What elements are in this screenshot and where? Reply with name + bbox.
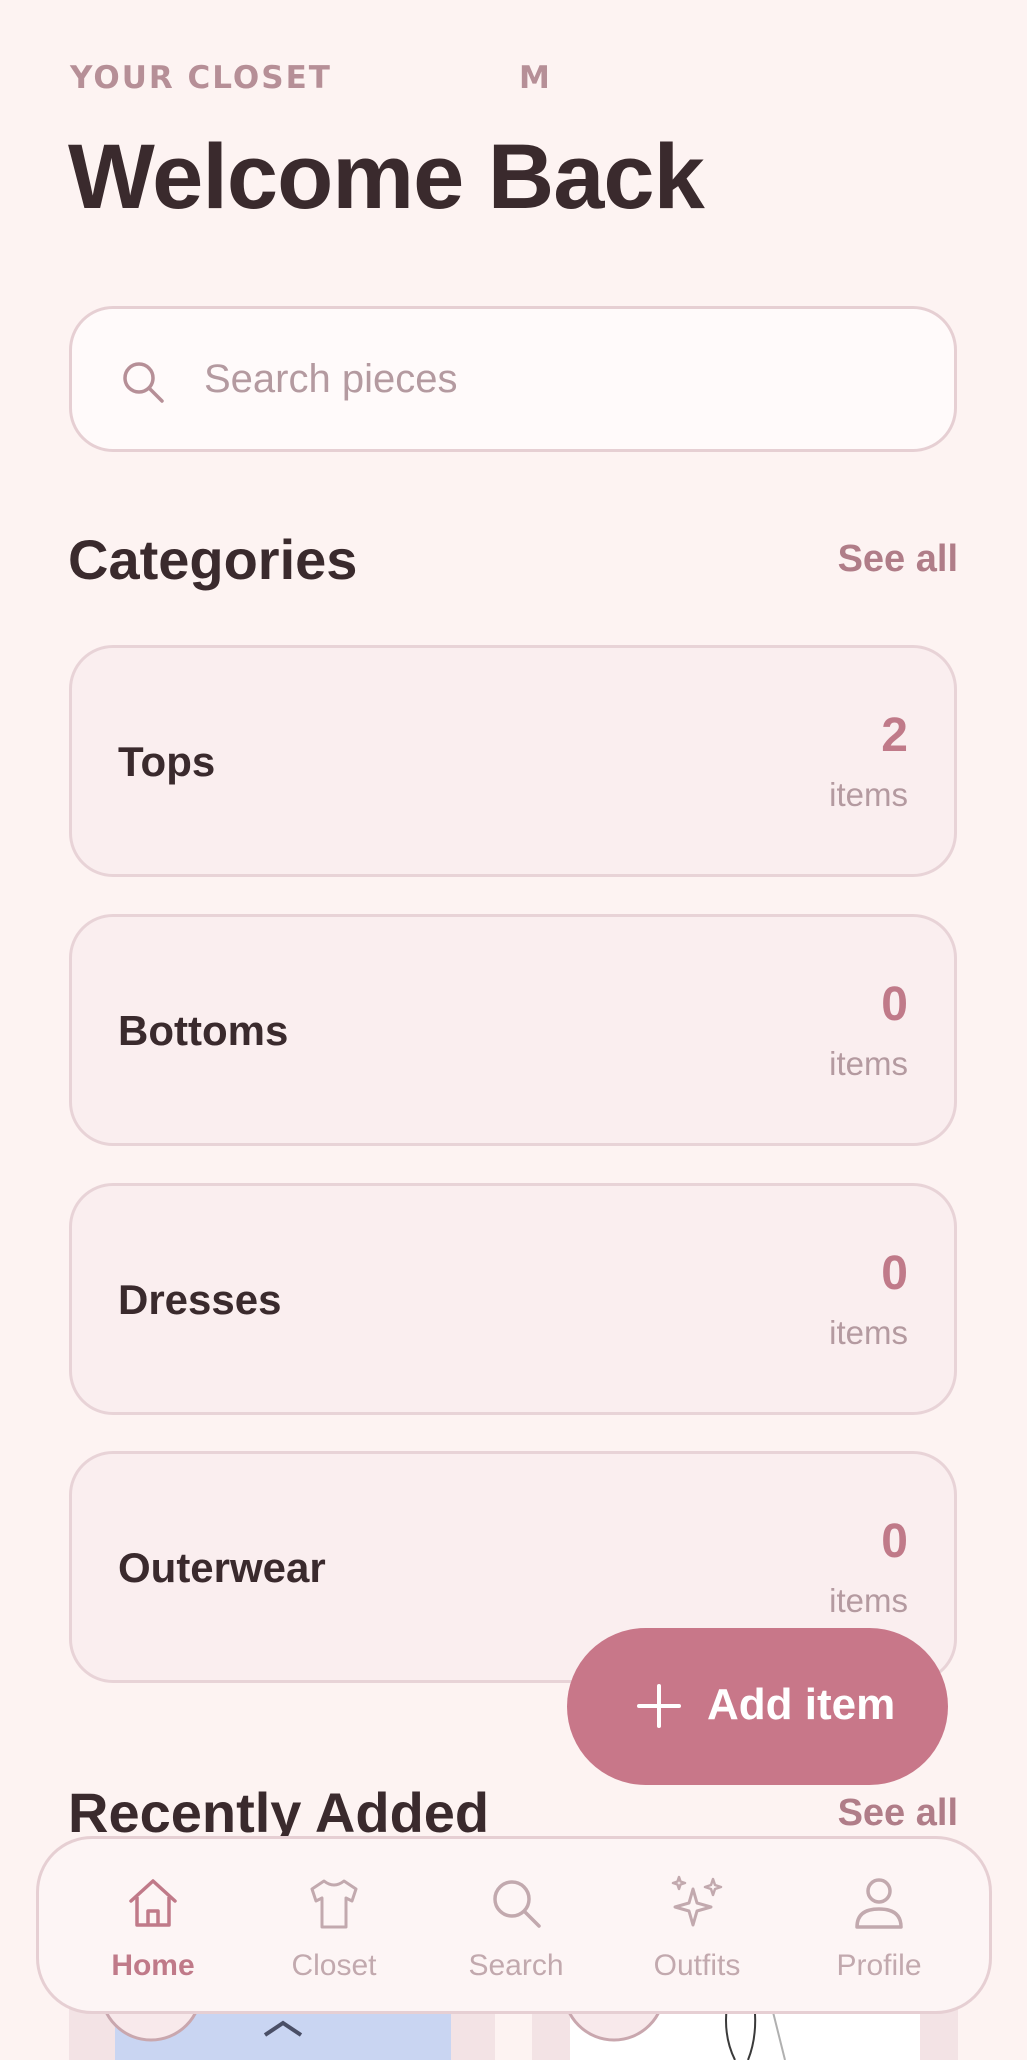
nav-label: Closet xyxy=(291,1949,377,1982)
category-card-tops[interactable]: Tops 2 items xyxy=(69,645,957,877)
category-name: Bottoms xyxy=(118,1007,289,1054)
search-icon xyxy=(493,1880,541,1928)
category-count: 0 xyxy=(881,1247,908,1300)
shirt-icon xyxy=(310,1879,358,1929)
page-title: Welcome Back xyxy=(68,126,705,228)
search-bar[interactable] xyxy=(69,306,957,452)
eyebrow-label: YOUR CLOSET xyxy=(70,60,332,96)
category-count: 2 xyxy=(881,709,908,762)
nav-item-closet[interactable]: Closet xyxy=(254,1839,414,2011)
sparkles-icon xyxy=(671,1875,723,1927)
categories-title: Categories xyxy=(68,528,358,591)
category-name: Dresses xyxy=(118,1276,282,1323)
nav-item-outfits[interactable]: Outfits xyxy=(617,1839,777,2011)
search-input[interactable] xyxy=(204,339,904,419)
category-count: 0 xyxy=(881,978,908,1031)
add-item-label: Add item xyxy=(707,1680,896,1729)
nav-item-profile[interactable]: Profile xyxy=(799,1839,959,2011)
category-count-unit: items xyxy=(829,776,908,813)
home-icon xyxy=(129,1879,177,1927)
person-icon xyxy=(855,1878,903,1929)
category-count-unit: items xyxy=(829,1314,908,1351)
nav-label: Search xyxy=(468,1949,564,1982)
category-card-bottoms[interactable]: Bottoms 0 items xyxy=(69,914,957,1146)
bottom-nav: Home Closet Search Outfits Profile xyxy=(36,1836,992,2014)
category-card-dresses[interactable]: Dresses 0 items xyxy=(69,1183,957,1415)
nav-label: Profile xyxy=(836,1949,922,1982)
nav-item-search[interactable]: Search xyxy=(436,1839,596,2011)
nav-label: Outfits xyxy=(653,1949,741,1982)
search-icon xyxy=(123,362,164,403)
nav-label: Home xyxy=(111,1949,195,1982)
category-name: Outerwear xyxy=(118,1544,326,1591)
category-count: 0 xyxy=(881,1515,908,1568)
eyebrow-mark: M xyxy=(519,60,550,96)
add-item-button[interactable]: Add item xyxy=(567,1628,948,1785)
nav-item-home[interactable]: Home xyxy=(73,1839,233,2011)
category-count-unit: items xyxy=(829,1582,908,1619)
category-name: Tops xyxy=(118,738,216,785)
recently-added-see-all-link[interactable]: See all xyxy=(838,1792,958,1835)
categories-see-all-link[interactable]: See all xyxy=(838,538,958,581)
category-count-unit: items xyxy=(829,1045,908,1082)
plus-icon xyxy=(637,1684,681,1728)
